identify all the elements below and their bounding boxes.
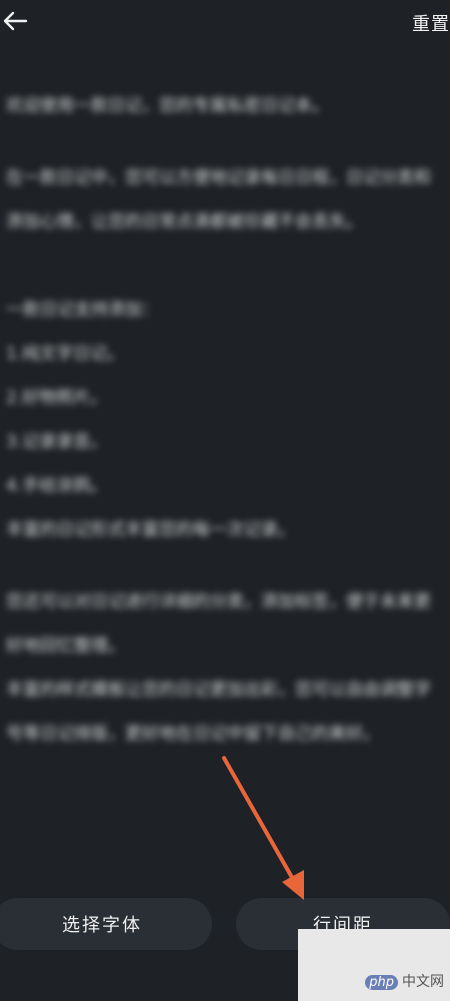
paragraph: 丰富的日记形式丰富您的每一次记录。 xyxy=(6,520,295,540)
back-arrow-icon[interactable] xyxy=(0,6,30,36)
paragraph: 一款日记支持添加： xyxy=(6,300,159,320)
watermark-php: php xyxy=(365,975,398,990)
list-item: 3.记录录音。 xyxy=(6,432,108,452)
watermark-logo: php 中文网 xyxy=(365,971,444,991)
sample-text-preview: 欢迎使用一款日记，您的专属私密日记本。 在一款日记中，您可以方便地记录每日日程，… xyxy=(6,84,442,756)
list-item: 4.手绘涂鸦。 xyxy=(6,476,108,496)
paragraph: 在一款日记中，您可以方便地记录每日日程，日记分类和添加心情，让您的日常点滴都被珍… xyxy=(6,168,431,232)
paragraph: 您还可以对日记进行详细的分类，添加标签，便于未来更好地回忆整理。 xyxy=(6,592,431,656)
paragraph: 欢迎使用一款日记，您的专属私密日记本。 xyxy=(6,96,329,116)
reset-button[interactable]: 重置 xyxy=(412,10,450,36)
editor-settings-screen: 重置 欢迎使用一款日记，您的专属私密日记本。 在一款日记中，您可以方便地记录每日… xyxy=(0,0,450,1001)
watermark-cn: 中文网 xyxy=(402,974,444,990)
select-font-button[interactable]: 选择字体 xyxy=(0,898,212,950)
header: 重置 xyxy=(0,0,450,44)
list-item: 2.好物照片。 xyxy=(6,388,108,408)
list-item: 1.纯文字日记。 xyxy=(6,344,125,364)
paragraph: 丰富的样式模板让您的日记更加出彩，您可以自由调整字号等日记排版，更好地在日记中留… xyxy=(6,680,431,744)
